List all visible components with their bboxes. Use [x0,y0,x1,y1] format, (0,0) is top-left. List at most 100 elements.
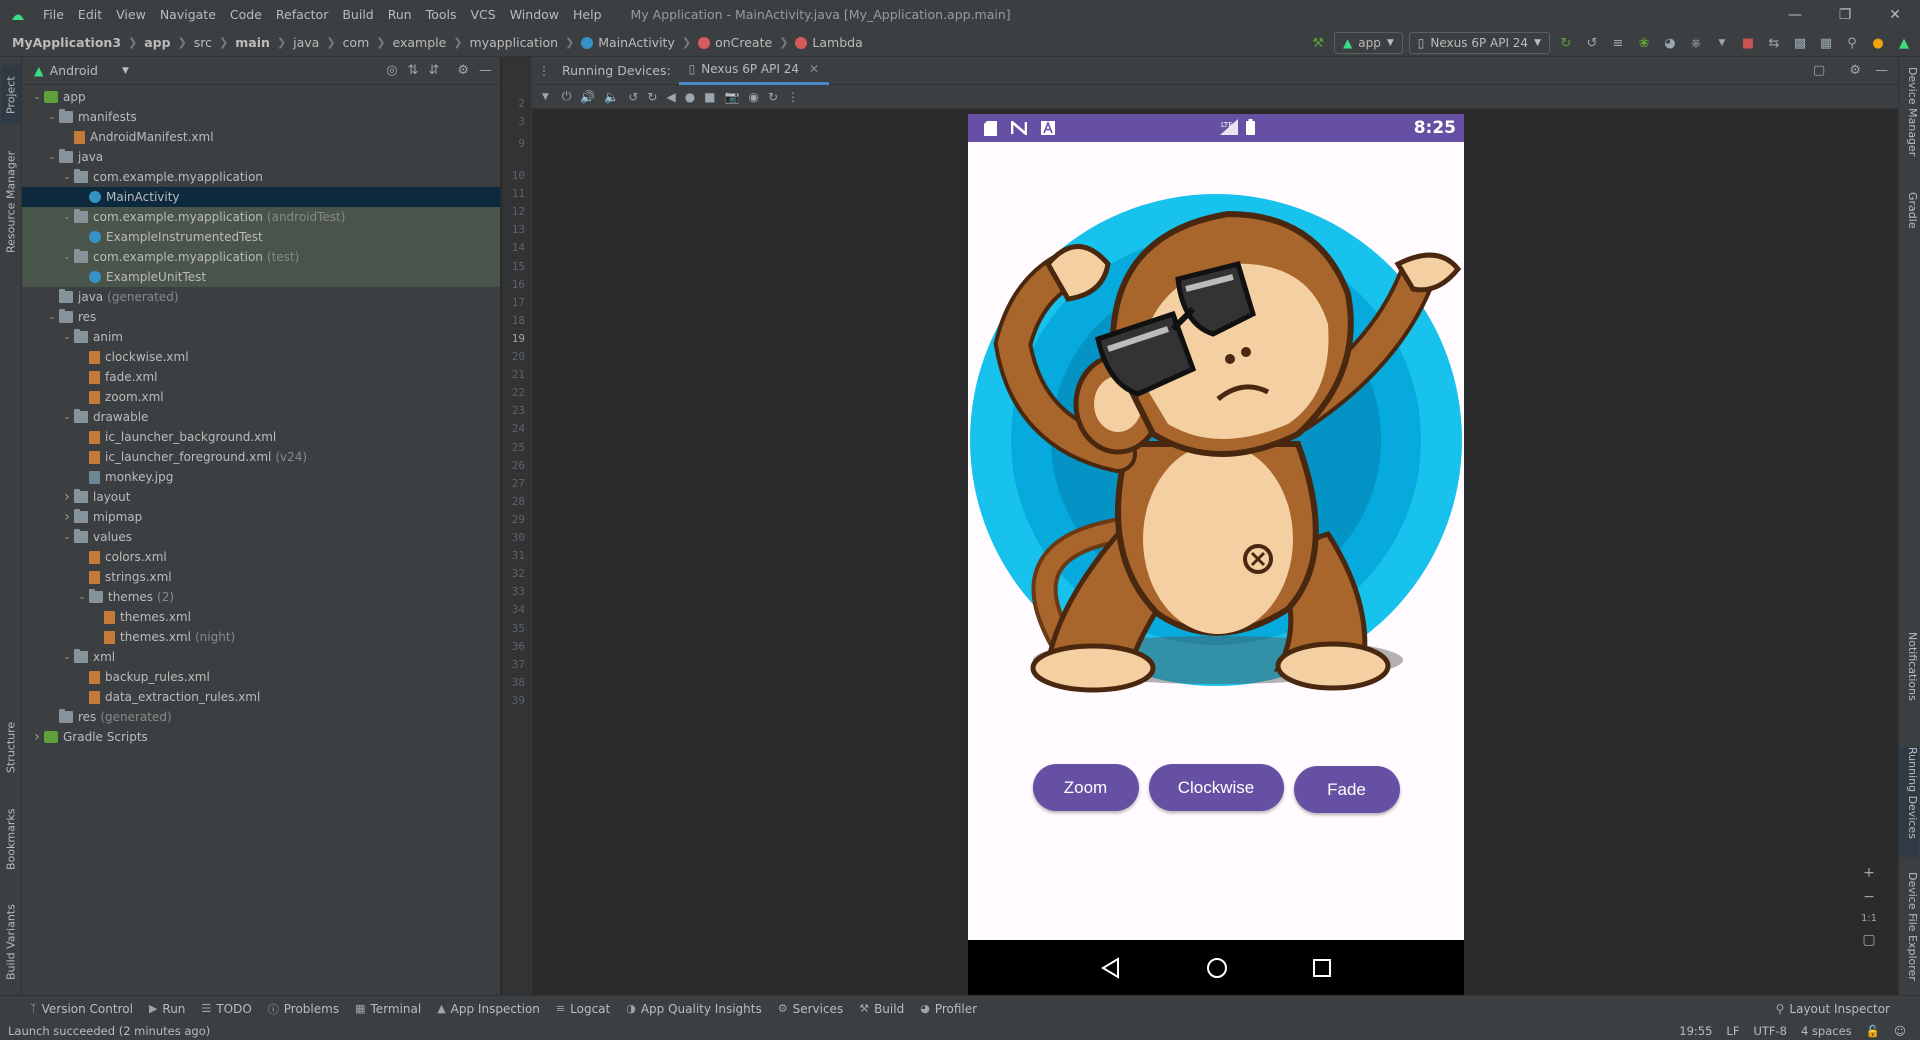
menu-edit[interactable]: Edit [71,0,109,29]
power-icon[interactable]: ⏻ [562,89,572,104]
zoom-actual-size[interactable]: 1:1 [1861,913,1877,924]
tree-item[interactable]: ic_launcher_background.xml [22,427,500,447]
chevron-down-icon[interactable]: ▼ [542,92,549,102]
build-variants-tool-button[interactable]: Build Variants [1,897,21,987]
back-icon[interactable]: ◀ [666,90,675,104]
menu-vcs[interactable]: VCS [464,0,503,29]
device-manager-tool-button[interactable]: Device Manager [1899,67,1919,177]
line-separator[interactable]: LF [1726,1024,1739,1038]
device-select[interactable]: ▯ Nexus 6P API 24 ▼ [1408,32,1550,54]
indent-setting[interactable]: 4 spaces [1801,1024,1852,1038]
lock-icon[interactable]: 🔓 [1866,1024,1880,1038]
nav-back-icon[interactable] [1100,957,1122,979]
menu-run[interactable]: Run [381,0,419,29]
breadcrumb-com[interactable]: com ❯ [343,35,393,50]
profile-icon[interactable]: ◕ [1660,33,1680,53]
breadcrumb-lambda[interactable]: Lambda [795,35,863,50]
notifications-tool-button[interactable]: Notifications [1899,632,1919,727]
panel-options-icon[interactable]: ⋮ [532,64,556,78]
chevron-down-icon[interactable]: ⌄ [30,92,44,102]
chevron-down-icon[interactable]: ⌄ [45,152,59,162]
close-tab-icon[interactable]: ✕ [809,62,819,76]
chevron-right-icon[interactable]: › [60,509,74,525]
collapse-all-icon[interactable]: ⇵ [428,63,439,78]
gear-icon[interactable]: ⚙ [457,63,469,78]
inspection-icon[interactable]: ☺ [1894,1024,1906,1038]
rerun-icon[interactable]: ↻ [1556,33,1576,53]
caret-position[interactable]: 19:55 [1679,1024,1712,1038]
tree-item[interactable]: ExampleInstrumentedTest [22,227,500,247]
layout-inspector-tool[interactable]: ⚲ Layout Inspector [1776,996,1890,1022]
app-quality-insights-tool[interactable]: ◑ App Quality Insights [626,1002,761,1016]
stop-icon[interactable]: ■ [1738,33,1758,53]
tree-item[interactable]: ic_launcher_foreground.xml (v24) [22,447,500,467]
apply-changes-icon[interactable]: ↺ [1582,33,1602,53]
tree-item[interactable]: strings.xml [22,567,500,587]
zoom-in-icon[interactable]: + [1863,865,1875,881]
tree-item[interactable]: ⌄ drawable [22,407,500,427]
chevron-down-icon[interactable]: ⌄ [60,532,74,542]
chevron-down-icon[interactable]: ⌄ [60,172,74,182]
status-message[interactable]: Launch succeeded (2 minutes ago) [8,1024,210,1038]
bookmarks-tool-button[interactable]: Bookmarks [1,802,21,877]
more-options-icon[interactable]: ⋮ [787,90,799,104]
breadcrumb-project[interactable]: MyApplication3 ❯ [12,35,144,50]
logcat-tool[interactable]: ≡ Logcat [556,1002,610,1016]
tree-item[interactable]: backup_rules.xml [22,667,500,687]
version-control-tool[interactable]: ᛉ Version Control [30,1002,133,1016]
search-icon[interactable]: ⚲ [1842,33,1862,53]
menu-file[interactable]: File [36,0,71,29]
run-tool[interactable]: ▶ Run [149,1002,185,1016]
close-window-button[interactable]: ✕ [1870,0,1920,29]
menu-window[interactable]: Window [503,0,566,29]
tree-item[interactable]: › mipmap [22,507,500,527]
overview-icon[interactable]: ■ [704,90,715,104]
menu-refactor[interactable]: Refactor [269,0,335,29]
app-inspection-tool[interactable]: ▲ App Inspection [437,1002,540,1016]
zoom-button[interactable]: Zoom [1032,764,1139,811]
tree-item[interactable]: colors.xml [22,547,500,567]
tree-item[interactable]: ⌄ java [22,147,500,167]
chevron-down-icon[interactable]: ⌄ [75,592,89,602]
hide-panel-icon[interactable]: — [479,63,492,78]
problems-tool[interactable]: ⓘ Problems [268,1001,339,1017]
tree-item[interactable]: zoom.xml [22,387,500,407]
attach-debugger-icon[interactable]: ⎈ [1686,33,1706,53]
chevron-right-icon[interactable]: › [30,729,44,745]
tab-nexus-6p[interactable]: ▯ Nexus 6P API 24 ✕ [678,57,830,85]
sdk-manager-icon[interactable]: ▦ [1816,33,1836,53]
settings-logo-icon[interactable]: ▲ [1894,33,1914,53]
chevron-down-icon[interactable]: ⌄ [45,112,59,122]
menu-code[interactable]: Code [223,0,269,29]
tree-item[interactable]: ⌄ themes (2) [22,587,500,607]
chevron-down-icon[interactable]: ⌄ [60,332,74,342]
tree-item[interactable]: monkey.jpg [22,467,500,487]
menu-help[interactable]: Help [566,0,609,29]
menu-build[interactable]: Build [335,0,380,29]
restore-button[interactable]: ❐ [1820,0,1870,29]
rotate-left-icon[interactable]: ↺ [628,90,638,104]
file-encoding[interactable]: UTF-8 [1753,1024,1787,1038]
running-devices-tool-button[interactable]: Running Devices [1899,747,1919,857]
tree-item[interactable]: ⌄ manifests [22,107,500,127]
volume-down-icon[interactable]: 🔈 [604,90,619,104]
tree-item[interactable]: fade.xml [22,367,500,387]
project-tool-button[interactable]: Project [1,65,21,125]
snapshot-icon[interactable]: ↻ [768,90,778,104]
debug-icon[interactable]: ❀ [1634,33,1654,53]
services-tool[interactable]: ⚙ Services [778,1002,843,1016]
maximize-icon[interactable]: ▢ [1813,63,1825,78]
tree-item[interactable]: data_extraction_rules.xml [22,687,500,707]
run-config-select[interactable]: ▲ app ▼ [1334,32,1403,54]
sync-gradle-icon[interactable]: ⇆ [1764,33,1784,53]
device-file-explorer-tool-button[interactable]: Device File Explorer [1899,872,1919,992]
tree-item[interactable]: ExampleUnitTest [22,267,500,287]
locate-icon[interactable]: ◎ [386,63,397,78]
zoom-fit-icon[interactable]: ▢ [1862,932,1875,948]
nav-recents-icon[interactable] [1312,958,1332,978]
avd-manager-icon[interactable]: ▩ [1790,33,1810,53]
more-actions-icon[interactable]: ▼ [1712,33,1732,53]
home-icon[interactable]: ● [685,90,695,104]
tree-item[interactable]: java (generated) [22,287,500,307]
tree-item[interactable]: ⌄ anim [22,327,500,347]
